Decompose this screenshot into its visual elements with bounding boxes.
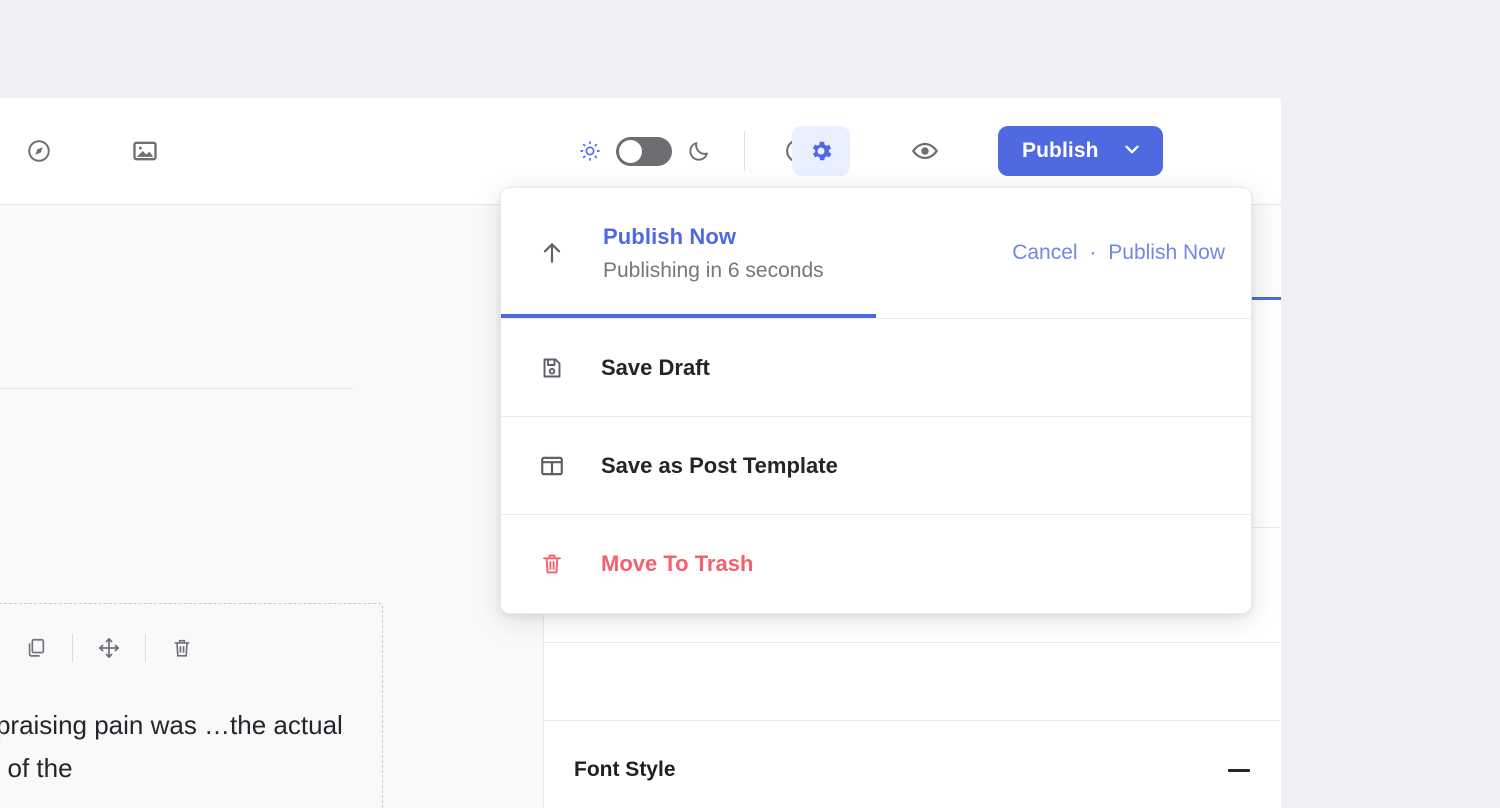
confirm-publish-now-link[interactable]: Publish Now: [1108, 241, 1225, 264]
toolbar-divider: [744, 131, 745, 171]
publish-dropdown-menu: Publish Now Publishing in 6 seconds Canc…: [500, 187, 1252, 614]
publish-button[interactable]: Publish: [998, 126, 1163, 176]
toolbar-center-group: [576, 128, 821, 174]
duplicate-icon[interactable]: [0, 626, 72, 670]
move-icon[interactable]: [73, 626, 145, 670]
toolbar-left-group: [16, 128, 168, 174]
save-floppy-icon: [525, 356, 579, 380]
panel-section-3: [544, 643, 1281, 721]
font-style-header: Font Style: [574, 757, 1252, 783]
publish-now-actions: Cancel · Publish Now: [1012, 241, 1225, 265]
save-post-template-label: Save as Post Template: [601, 452, 838, 478]
save-draft-item[interactable]: Save Draft: [501, 319, 1251, 417]
actions-separator: ·: [1089, 241, 1097, 264]
font-style-title: Font Style: [574, 758, 676, 781]
move-to-trash-item[interactable]: Move To Trash: [501, 515, 1251, 613]
delete-icon[interactable]: [146, 626, 218, 670]
publish-countdown-progress: [501, 314, 876, 318]
paragraph-1: …re and praising pain was …the actual te…: [0, 710, 343, 783]
preview-eye-icon[interactable]: [902, 128, 948, 174]
columns-layout-icon: [525, 453, 579, 479]
save-draft-label: Save Draft: [601, 354, 710, 380]
block-toolbar: [0, 626, 218, 670]
minus-icon[interactable]: [1226, 757, 1252, 783]
selected-block[interactable]: …re and praising pain was …the actual te…: [0, 603, 383, 808]
arrow-up-icon: [525, 238, 579, 268]
toggle-knob: [619, 139, 642, 163]
move-to-trash-label: Move To Trash: [601, 551, 754, 576]
publish-button-label: Publish: [1022, 139, 1099, 162]
block-paragraph-text[interactable]: …re and praising pain was …the actual te…: [0, 704, 359, 808]
publish-now-title: Publish Now: [603, 223, 737, 249]
editor-canvas: …re and praising pain was …the actual te…: [0, 205, 543, 808]
save-post-template-item[interactable]: Save as Post Template: [501, 417, 1251, 515]
publish-now-texts: Publish Now Publishing in 6 seconds: [603, 224, 824, 283]
canvas-top-block: [0, 205, 353, 389]
publish-now-row[interactable]: Publish Now Publishing in 6 seconds Canc…: [501, 188, 1251, 319]
cancel-publish-link[interactable]: Cancel: [1012, 241, 1077, 264]
media-library-icon[interactable]: [122, 128, 168, 174]
publish-now-subtitle: Publishing in 6 seconds: [603, 258, 824, 282]
sun-icon[interactable]: [576, 128, 604, 174]
navigator-icon[interactable]: [16, 128, 62, 174]
dark-mode-toggle[interactable]: [616, 136, 672, 166]
chevron-down-icon: [1121, 138, 1143, 165]
toolbar-right-group: Publish: [792, 126, 1163, 176]
font-style-section: Font Style Font Default: [544, 721, 1281, 808]
moon-icon[interactable]: [684, 128, 714, 174]
trash-icon: [525, 552, 579, 576]
settings-gear-button[interactable]: [792, 126, 850, 176]
minus-bar: [1228, 768, 1250, 772]
